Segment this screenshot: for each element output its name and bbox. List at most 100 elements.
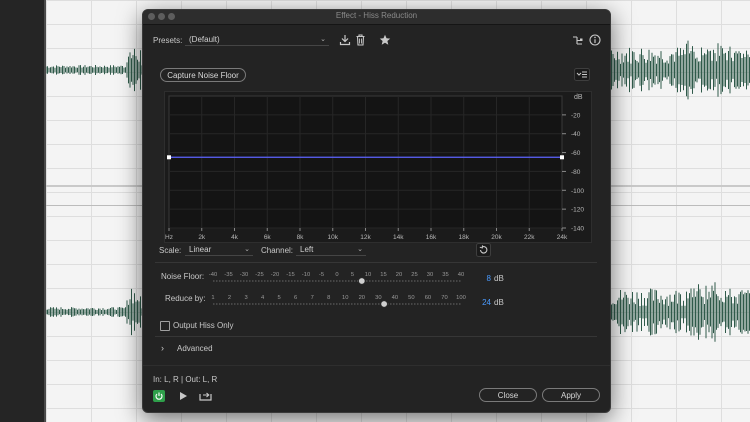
- freq-tick-label: 22k: [524, 234, 535, 241]
- scale-label: Scale:: [159, 246, 182, 255]
- favorite-star-icon[interactable]: [379, 34, 391, 46]
- reduce-by-label: Reduce by:: [165, 294, 206, 303]
- channel-dropdown[interactable]: Left ⌄: [296, 243, 366, 256]
- noise-floor-slider-tick-label: 20: [396, 272, 402, 278]
- reduce-by-slider-tick-label: 4: [261, 295, 265, 301]
- scale-dropdown[interactable]: Linear ⌄: [185, 243, 253, 256]
- reduce-by-slider-tick-label: 10: [342, 295, 348, 301]
- noise-floor-slider-tick-label: 40: [458, 272, 464, 278]
- save-preset-icon[interactable]: [339, 34, 351, 46]
- divider: [155, 262, 597, 263]
- info-icon[interactable]: [589, 34, 601, 46]
- graph-menu-icon[interactable]: [574, 68, 590, 81]
- noise-floor-slider-tick-label: 5: [351, 272, 354, 278]
- db-unit-label: dB: [574, 94, 583, 101]
- reduce-by-slider-tick-label: 40: [392, 295, 398, 301]
- advanced-label[interactable]: Advanced: [177, 344, 213, 353]
- db-tick-label: -100: [571, 188, 584, 195]
- trash-icon[interactable]: [355, 34, 366, 46]
- io-channel-text: In: L, R | Out: L, R: [153, 375, 218, 384]
- scale-value: Linear: [189, 245, 212, 254]
- noise-floor-slider-tick-label: -40: [209, 272, 217, 278]
- reduce-by-slider-tick-label: 70: [441, 295, 447, 301]
- reduce-by-slider-tick-label: 50: [408, 295, 414, 301]
- chevron-down-icon: ⌄: [244, 246, 250, 253]
- reduce-by-value[interactable]: 24: [465, 298, 491, 307]
- reduce-by-slider-tick-label: 30: [375, 295, 381, 301]
- titlebar: Effect - Hiss Reduction: [143, 10, 610, 25]
- presets-dropdown[interactable]: (Default) ⌄: [185, 33, 329, 46]
- reduce-by-slider-tick-label: 8: [327, 295, 330, 301]
- noise-floor-value[interactable]: 8: [465, 274, 491, 283]
- capture-noise-floor-button[interactable]: Capture Noise Floor: [160, 68, 246, 82]
- channel-label: Channel:: [261, 246, 294, 255]
- reduce-by-slider-tick-label: 5: [278, 295, 281, 301]
- close-button[interactable]: Close: [479, 388, 537, 402]
- freq-tick-label: 20k: [491, 234, 502, 241]
- reduce-by-slider-tick-label: 60: [425, 295, 431, 301]
- noise-floor-slider-tick-label: -25: [255, 272, 263, 278]
- noise-floor-slider-tick-label: 35: [442, 272, 448, 278]
- left-panel: [0, 0, 45, 422]
- routing-icon[interactable]: [572, 35, 583, 46]
- reduce-by-unit: dB: [494, 298, 504, 307]
- noise-floor-slider-tick-label: 30: [427, 272, 433, 278]
- noise-floor-slider-tick-label: 10: [365, 272, 371, 278]
- noise-floor-slider-thumb[interactable]: [358, 277, 366, 285]
- freq-tick-label: 4k: [231, 234, 239, 241]
- channel-value: Left: [300, 245, 314, 254]
- curve-handle-right[interactable]: [560, 155, 564, 160]
- graph-svg: dB -20 -40 -60 -80 -100 -120 -140 Hz 2k 4k 6k 8k 10…: [165, 94, 584, 241]
- presets-label: Presets:: [153, 36, 183, 45]
- noise-floor-slider-tick-label: -5: [319, 272, 324, 278]
- power-toggle-icon[interactable]: [153, 390, 165, 402]
- noise-floor-slider-tick-label: -10: [302, 272, 310, 278]
- footer-divider: [143, 365, 610, 366]
- freq-tick-label: 2k: [198, 234, 206, 241]
- hiss-reduction-dialog: Effect - Hiss Reduction Presets: (Defaul…: [142, 9, 611, 413]
- freq-tick-label: 14k: [393, 234, 404, 241]
- noise-floor-slider-tick-label: -15: [286, 272, 294, 278]
- reduce-by-slider-tick-label: 7: [311, 295, 314, 301]
- dialog-title: Effect - Hiss Reduction: [335, 11, 418, 20]
- play-icon[interactable]: [178, 391, 188, 401]
- reduce-by-slider-tick-label: 20: [359, 295, 365, 301]
- db-tick-label: -20: [571, 112, 581, 119]
- freq-tick-label: 6k: [264, 234, 272, 241]
- noise-floor-slider-tick-label: 0: [335, 272, 338, 278]
- noise-floor-slider-tick-label: -20: [271, 272, 279, 278]
- output-hiss-only-label: Output Hiss Only: [173, 321, 234, 330]
- freq-tick-label: 8k: [297, 234, 305, 241]
- reduce-by-slider-tick-label: 2: [228, 295, 231, 301]
- freq-tick-label: 16k: [426, 234, 437, 241]
- divider: [155, 336, 597, 337]
- freq-tick-label: 24k: [557, 234, 568, 241]
- freq-tick-label: 18k: [459, 234, 470, 241]
- reduce-by-slider-tick-label: 6: [294, 295, 297, 301]
- advanced-chevron-right-icon[interactable]: ›: [161, 343, 164, 353]
- output-hiss-only-checkbox[interactable]: [160, 321, 170, 331]
- noise-floor-slider-tick-label: 15: [380, 272, 386, 278]
- freq-tick-label: Hz: [165, 234, 173, 241]
- freq-tick-label: 12k: [360, 234, 371, 241]
- noise-floor-slider-tick-label: -35: [224, 272, 232, 278]
- noise-floor-unit: dB: [494, 274, 504, 283]
- reduce-by-slider-tick-label: 3: [244, 295, 247, 301]
- reset-icon[interactable]: [476, 243, 491, 257]
- reduce-by-slider-thumb[interactable]: [380, 300, 388, 308]
- chevron-down-icon: ⌄: [320, 36, 326, 43]
- db-tick-label: -40: [571, 131, 581, 138]
- freq-tick-label: 10k: [328, 234, 339, 241]
- noise-floor-slider-tick-label: 25: [411, 272, 417, 278]
- presets-value: (Default): [189, 35, 220, 44]
- reduce-by-slider-tick-label: 1: [211, 295, 214, 301]
- db-tick-label: -140: [571, 226, 584, 233]
- curve-handle-left[interactable]: [167, 155, 171, 160]
- noise-floor-label: Noise Floor:: [161, 272, 205, 281]
- db-tick-label: -120: [571, 207, 584, 214]
- db-tick-label: -60: [571, 150, 581, 157]
- noise-floor-graph[interactable]: dB -20 -40 -60 -80 -100 -120 -140 Hz 2k 4k 6k 8k 10…: [164, 91, 592, 243]
- loop-icon[interactable]: [199, 390, 212, 401]
- apply-button[interactable]: Apply: [542, 388, 600, 402]
- db-tick-label: -80: [571, 169, 581, 176]
